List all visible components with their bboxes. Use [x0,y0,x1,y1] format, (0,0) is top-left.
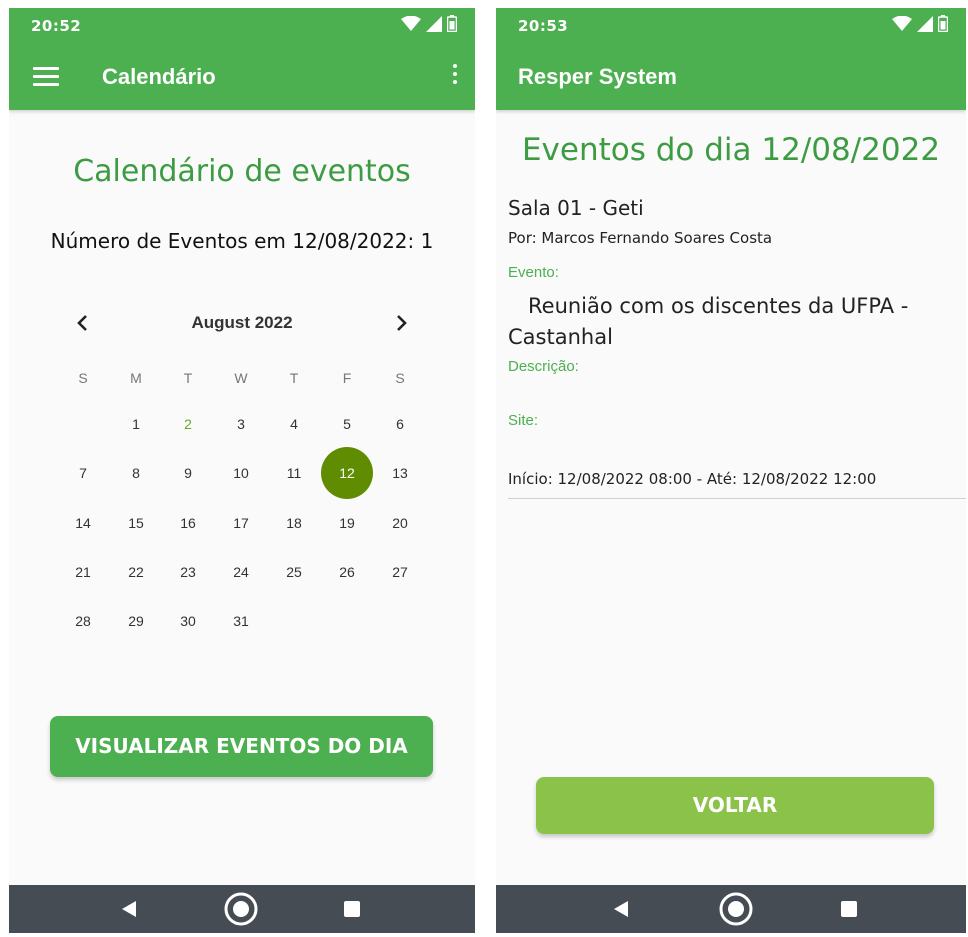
site-label: Site: [508,412,539,429]
calendar-day[interactable]: 11 [274,453,314,493]
page-heading: Eventos do dia 12/08/2022 [521,132,941,168]
signal-icon [426,15,442,32]
nav-recents-icon[interactable] [332,885,372,933]
calendar-day[interactable]: 14 [63,503,103,543]
calendar-day[interactable]: 3 [221,404,261,444]
view-day-events-button[interactable]: VISUALIZAR EVENTOS DO DIA [50,716,433,777]
calendar-day[interactable]: 15 [116,503,156,543]
weekday-label: F [342,370,352,386]
calendar-day[interactable]: 17 [221,503,261,543]
calendar-day[interactable]: 10 [221,453,261,493]
signal-icon [917,15,933,32]
events-screen: 20:53 Resper System Eventos do dia 12/08… [496,8,966,933]
calendar-day[interactable]: 7 [63,453,103,493]
calendar-day[interactable]: 29 [116,601,156,641]
calendar-day[interactable]: 4 [274,404,314,444]
calendar-day[interactable]: 31 [221,601,261,641]
calendar-day[interactable]: 26 [327,552,367,592]
event-time-range: Início: 12/08/2022 08:00 - Até: 12/08/20… [508,470,966,499]
calendar-day[interactable]: 24 [221,552,261,592]
nav-bar [496,885,966,933]
status-icons [892,15,948,32]
chevron-right-icon[interactable] [389,311,413,335]
status-bar: 20:53 [496,8,966,42]
calendar-day[interactable]: 2 [168,404,208,444]
wifi-icon [401,15,421,31]
back-button[interactable]: VOLTAR [536,777,934,834]
weekday-label: T [183,370,193,386]
calendar-day[interactable]: 5 [327,404,367,444]
calendar-day[interactable]: 8 [116,453,156,493]
battery-icon [938,15,948,32]
battery-icon [447,15,457,32]
weekday-label: M [130,370,142,386]
calendar-day[interactable]: 6 [380,404,420,444]
nav-recents-icon[interactable] [829,885,869,933]
app-title: Calendário [102,64,216,89]
calendar-day[interactable]: 28 [63,601,103,641]
calendar-day-selected[interactable]: 12 [321,447,373,499]
nav-back-icon[interactable] [109,885,149,933]
wifi-icon [892,15,912,31]
weekday-label: T [289,370,299,386]
calendar-day[interactable]: 27 [380,552,420,592]
page-heading: Calendário de eventos [73,154,411,189]
event-count-text: Número de Eventos em 12/08/2022: 1 [50,229,434,253]
weekday-label: S [78,370,88,386]
calendar-day[interactable]: 20 [380,503,420,543]
calendar-day[interactable]: 21 [63,552,103,592]
weekday-label: S [395,370,405,386]
calendar-day[interactable]: 22 [116,552,156,592]
app-bar: Resper System [496,42,966,110]
description-label: Descrição: [508,358,579,375]
menu-icon[interactable] [33,67,59,87]
status-icons [401,15,457,32]
nav-back-icon[interactable] [601,885,641,933]
nav-bar [9,885,475,933]
calendar-day[interactable]: 1 [116,404,156,444]
room-name: Sala 01 - Geti [508,196,644,220]
calendar-day[interactable]: 13 [380,453,420,493]
calendar-day[interactable]: 30 [168,601,208,641]
status-time: 20:53 [518,17,569,35]
calendar-day[interactable]: 19 [327,503,367,543]
app-bar: Calendário [9,42,475,110]
status-bar: 20:52 [9,8,475,42]
nav-home-icon[interactable] [716,885,756,933]
calendar-day[interactable]: 18 [274,503,314,543]
calendar-day[interactable]: 16 [168,503,208,543]
event-author: Por: Marcos Fernando Soares Costa [508,229,773,247]
event-title: Reunião com os discentes da UFPA - Casta… [508,294,909,349]
calendar-day[interactable]: 9 [168,453,208,493]
status-time: 20:52 [31,17,82,35]
calendar-day[interactable]: 25 [274,552,314,592]
weekday-label: W [234,370,248,386]
calendar-day[interactable]: 23 [168,552,208,592]
app-title: Resper System [518,64,677,89]
calendar-screen: 20:52 Calendário Calendário de eventos N… [9,8,475,933]
nav-home-icon[interactable] [221,885,261,933]
more-vert-icon[interactable] [451,64,459,88]
event-label: Evento: [508,264,559,281]
